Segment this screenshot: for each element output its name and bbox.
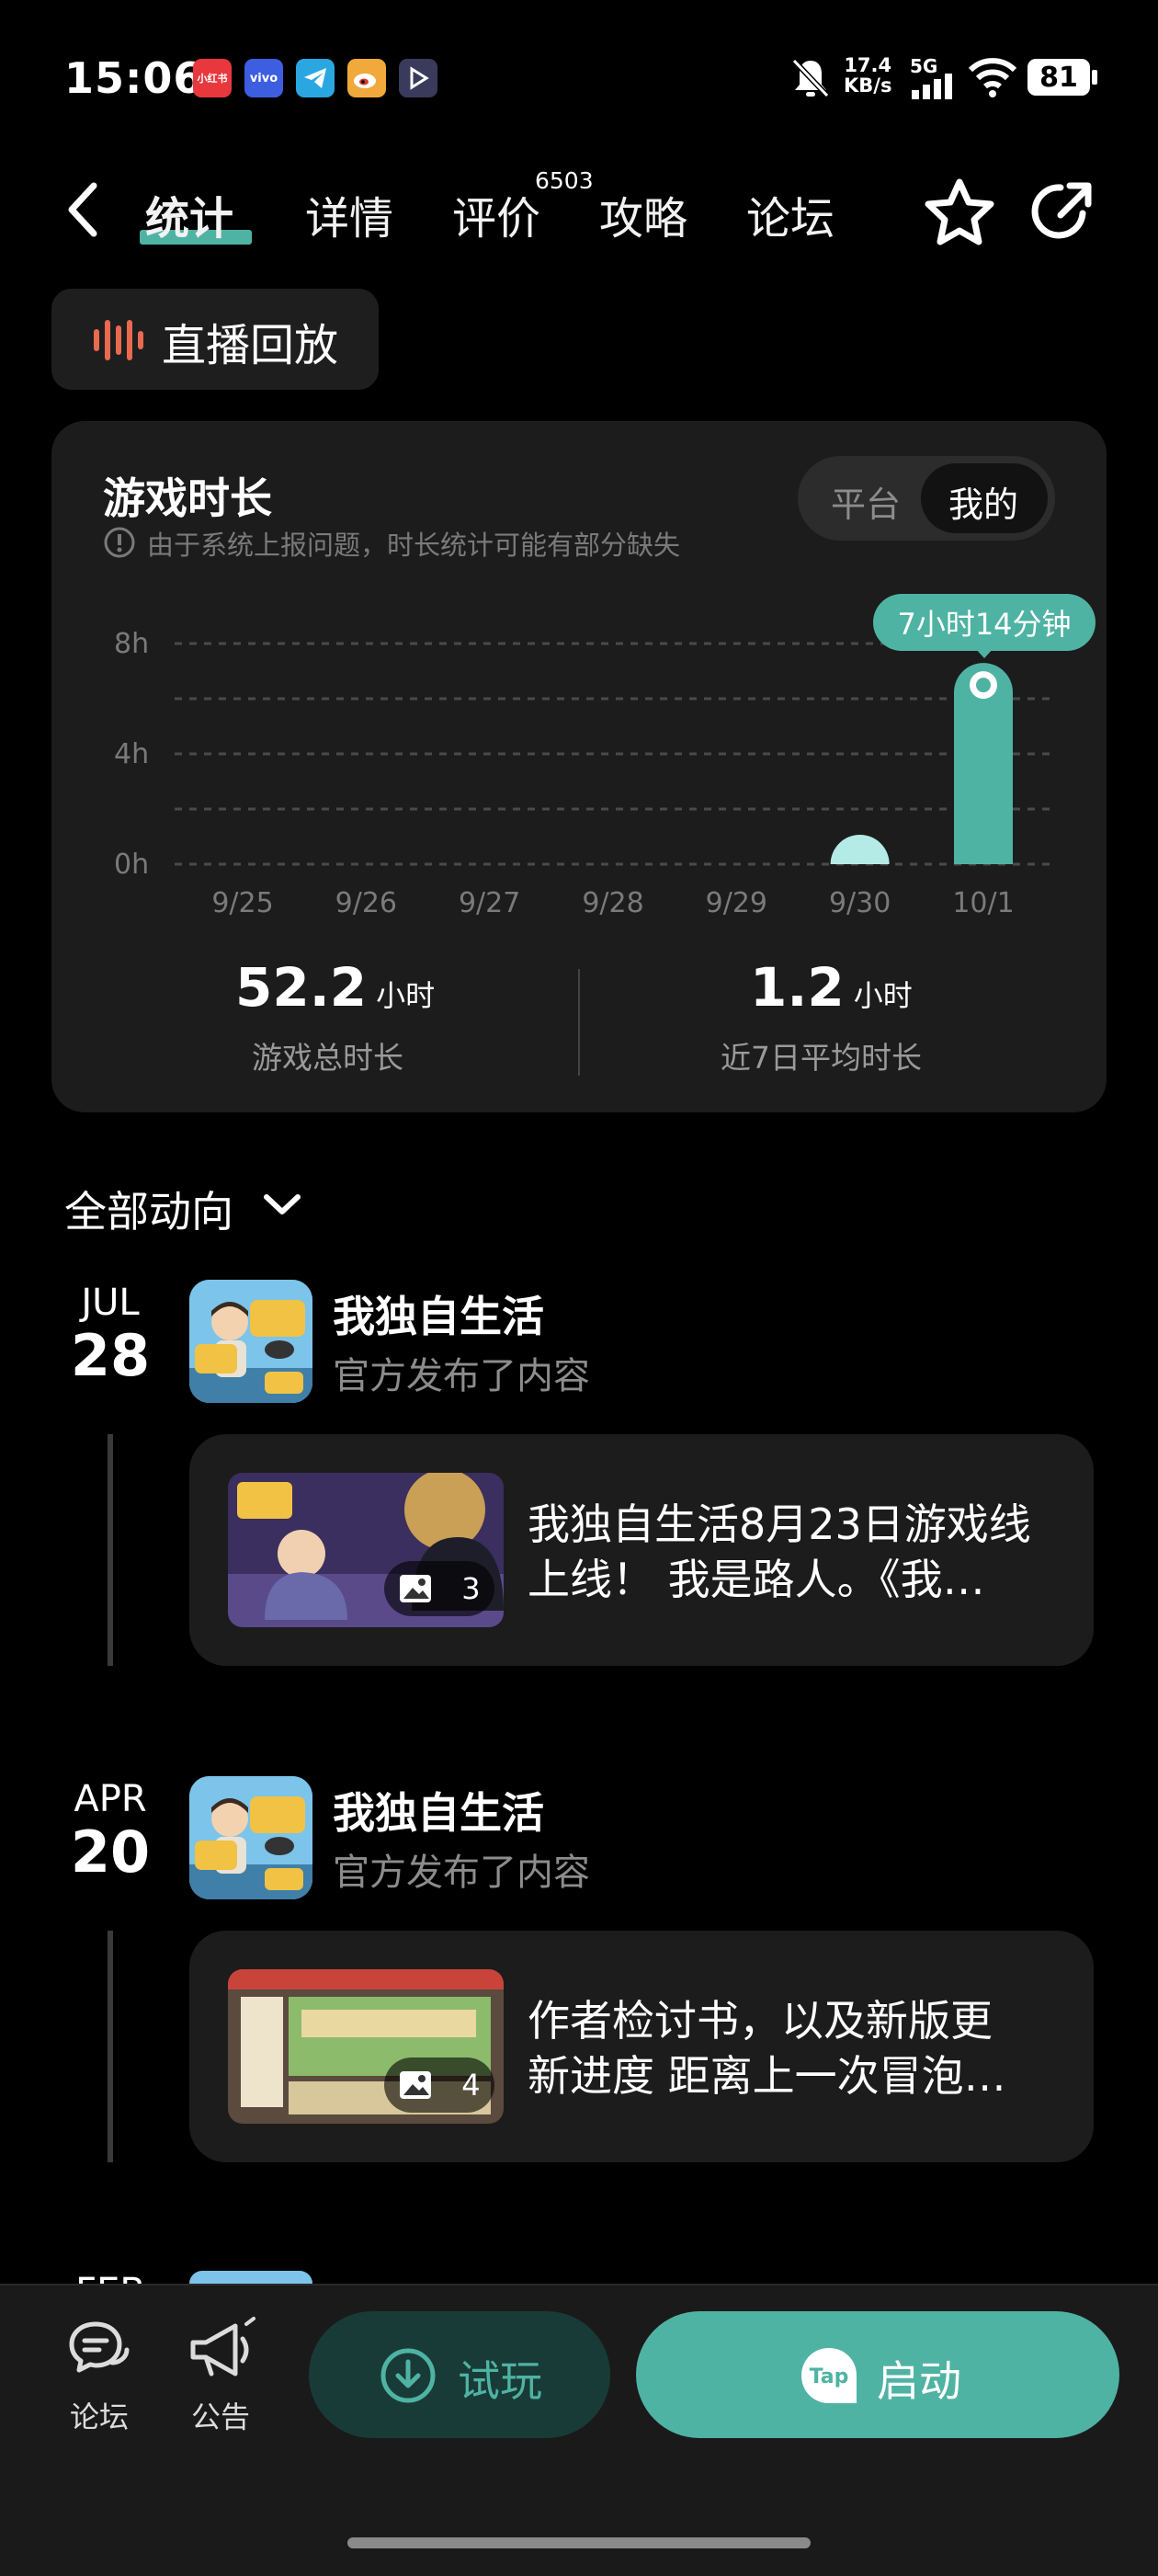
try-play-label: 试玩 bbox=[458, 2356, 542, 2406]
mute-icon bbox=[790, 57, 831, 103]
tab-stats[interactable]: 统计 bbox=[145, 182, 233, 246]
x-tick-label: 9/28 bbox=[582, 887, 643, 919]
image-icon bbox=[400, 2071, 432, 2099]
game-name[interactable]: 我独自生活 bbox=[333, 1780, 544, 1841]
total-playtime-unit: 小时 bbox=[376, 978, 436, 1013]
y-tick-label: 4h bbox=[114, 738, 149, 770]
entry-month-partial: FEB bbox=[64, 2271, 156, 2284]
game-icon[interactable] bbox=[189, 1280, 312, 1403]
forum-icon[interactable] bbox=[66, 2319, 132, 2383]
share-icon[interactable] bbox=[1027, 177, 1097, 250]
post-excerpt-line2: 上线！ 我是路人。《我… bbox=[528, 1555, 985, 1604]
download-icon bbox=[379, 2346, 437, 2409]
game-icon-partial bbox=[189, 2271, 312, 2284]
image-icon bbox=[400, 1575, 432, 1602]
tab-details[interactable]: 详情 bbox=[305, 182, 393, 246]
wifi-icon bbox=[967, 57, 1018, 101]
x-tick-label: 9/29 bbox=[706, 887, 767, 919]
post-excerpt-line1: 作者检讨书，以及新版更 bbox=[528, 1996, 993, 2046]
post-excerpt-line2: 新进度 距离上一次冒泡… bbox=[528, 2051, 1006, 2101]
tab-guides[interactable]: 攻略 bbox=[599, 182, 687, 246]
x-tick-label: 9/26 bbox=[335, 887, 397, 919]
playtime-tooltip: 7小时14分钟 bbox=[873, 594, 1096, 651]
bar-marker-inner bbox=[976, 678, 991, 693]
tab-reviews[interactable]: 评价 bbox=[452, 182, 540, 246]
forum-label[interactable]: 论坛 bbox=[70, 2394, 129, 2436]
image-count-badge: 3 bbox=[384, 1561, 494, 1616]
timeline-line bbox=[108, 1931, 113, 2162]
game-name[interactable]: 我独自生活 bbox=[333, 1283, 544, 1344]
feed-filter-label: 全部动向 bbox=[64, 1187, 233, 1237]
entry-month: JUL bbox=[81, 1282, 140, 1324]
battery-tip bbox=[1092, 70, 1097, 85]
tab-forum[interactable]: 论坛 bbox=[746, 182, 834, 246]
post-excerpt-line1: 我独自生活8月23日游戏线 bbox=[528, 1499, 1031, 1549]
entry-action: 官方发布了内容 bbox=[333, 1852, 590, 1894]
post-excerpt[interactable]: 作者检讨书，以及新版更 新进度 距离上一次冒泡… bbox=[528, 1993, 1070, 2103]
xiaohongshu-icon: 小红书 bbox=[193, 59, 232, 97]
network-speed-value: 17.4 bbox=[844, 54, 892, 76]
tooltip-arrow bbox=[974, 647, 994, 658]
vivo-icon: vivo bbox=[244, 59, 283, 97]
feed-filter-dropdown[interactable]: 全部动向 bbox=[64, 1179, 233, 1239]
entry-day: 28 bbox=[70, 1322, 151, 1389]
total-playtime: 52.2 小时 bbox=[235, 956, 435, 1019]
y-tick-label: 8h bbox=[114, 628, 149, 660]
chart-bar bbox=[830, 835, 890, 864]
avg-playtime-value: 1.2 bbox=[750, 956, 845, 1019]
play-app-icon bbox=[399, 59, 437, 97]
signal-icon bbox=[910, 74, 956, 103]
avg-playtime-label: 近7日平均时长 bbox=[721, 1040, 922, 1076]
home-indicator[interactable] bbox=[347, 2537, 811, 2548]
taptap-logo-text: Tap bbox=[810, 2365, 849, 2388]
entry-month: APR bbox=[74, 1778, 147, 1820]
image-count: 3 bbox=[461, 1571, 481, 1606]
game-icon[interactable] bbox=[189, 1776, 312, 1899]
image-count: 4 bbox=[461, 2068, 481, 2103]
weibo-icon bbox=[347, 59, 386, 97]
announcement-icon[interactable] bbox=[186, 2317, 259, 2385]
announcement-label[interactable]: 公告 bbox=[191, 2394, 250, 2436]
network-speed: 17.4 KB/s bbox=[844, 55, 891, 96]
x-tick-label: 9/27 bbox=[459, 887, 520, 919]
x-tick-label: 10/1 bbox=[952, 887, 1014, 919]
avg-playtime-unit: 小时 bbox=[853, 978, 913, 1013]
y-tick-label: 0h bbox=[114, 849, 149, 881]
telegram-icon bbox=[296, 59, 335, 97]
review-count-badge: 6503 bbox=[535, 167, 594, 194]
stats-divider bbox=[578, 969, 580, 1076]
audio-wave-icon bbox=[90, 318, 145, 366]
entry-day: 20 bbox=[70, 1818, 151, 1886]
favorite-star-icon[interactable] bbox=[923, 177, 996, 252]
playtime-title: 游戏时长 bbox=[103, 473, 272, 523]
entry-action: 官方发布了内容 bbox=[333, 1355, 590, 1397]
back-button[interactable] bbox=[62, 180, 103, 243]
total-playtime-label: 游戏总时长 bbox=[252, 1040, 403, 1076]
timeline-line bbox=[108, 1434, 113, 1666]
live-replay-label: 直播回放 bbox=[162, 320, 339, 371]
chevron-down-icon[interactable] bbox=[261, 1186, 303, 1226]
total-playtime-value: 52.2 bbox=[235, 956, 368, 1019]
image-count-badge: 4 bbox=[384, 2057, 494, 2113]
taptap-logo-icon: Tap bbox=[798, 2344, 860, 2411]
toggle-platform[interactable]: 平台 bbox=[831, 476, 901, 527]
start-label: 启动 bbox=[877, 2356, 961, 2406]
post-excerpt[interactable]: 我独自生活8月23日游戏线 上线！ 我是路人。《我… bbox=[528, 1497, 1070, 1607]
x-tick-label: 9/25 bbox=[211, 887, 273, 919]
status-time: 15:06 bbox=[64, 53, 204, 103]
battery-indicator: 81 bbox=[1027, 59, 1090, 96]
avg-playtime: 1.2 小时 bbox=[750, 956, 913, 1019]
x-tick-label: 9/30 bbox=[829, 887, 891, 919]
toggle-mine[interactable]: 我的 bbox=[948, 476, 1018, 527]
network-speed-unit: KB/s bbox=[844, 74, 892, 97]
